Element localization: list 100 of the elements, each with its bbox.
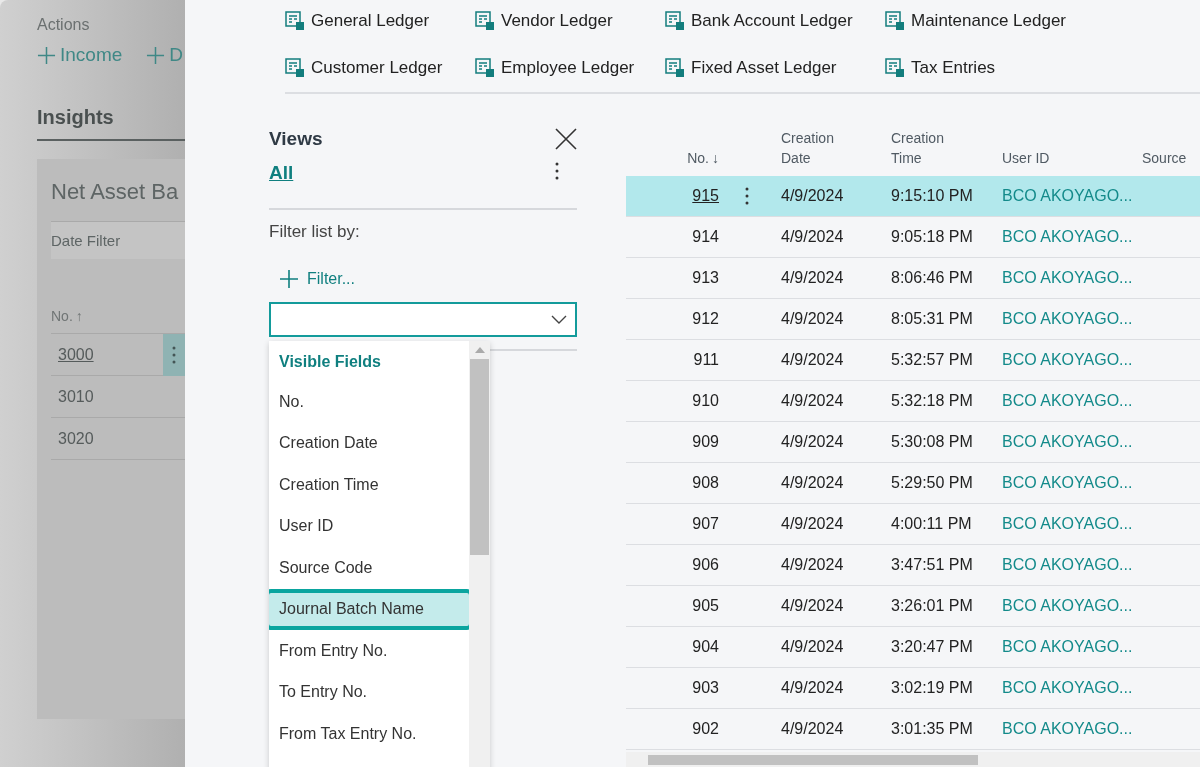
- ledger-button[interactable]: Maintenance Ledger: [885, 0, 1115, 44]
- table-row[interactable]: 903 4/9/2024 3:02:19 PM BCO AKOYAGO...: [626, 668, 1200, 709]
- table-cell-text: 4/9/2024: [780, 187, 845, 205]
- entry-number[interactable]: 905: [692, 597, 745, 615]
- entry-number[interactable]: 912: [692, 310, 745, 328]
- table-cell-text: 3:26:01 PM: [890, 597, 974, 615]
- field-option[interactable]: Creation Time: [269, 464, 469, 506]
- table-row[interactable]: 906 4/9/2024 3:47:51 PM BCO AKOYAGO...: [626, 545, 1200, 586]
- chevron-down-icon: [551, 314, 567, 325]
- ledger-button[interactable]: Employee Ledger: [475, 44, 665, 91]
- table-cell-text: 8:06:46 PM: [890, 269, 974, 287]
- table-row[interactable]: 912 4/9/2024 8:05:31 PM BCO AKOYAGO...: [626, 299, 1200, 340]
- entry-number[interactable]: 915: [692, 187, 745, 205]
- field-option[interactable]: To Entry No.: [269, 671, 469, 713]
- table-cell-text: 5:32:57 PM: [890, 351, 974, 369]
- entry-number[interactable]: 913: [692, 269, 745, 287]
- field-option[interactable]: Source Code: [269, 547, 469, 589]
- table-cell-text: BCO AKOYAGO...: [1001, 187, 1134, 205]
- filter-field[interactable]: [269, 302, 577, 337]
- entry-number[interactable]: 904: [692, 638, 745, 656]
- field-option[interactable]: No.: [269, 381, 469, 423]
- table-cell-text: 3:47:51 PM: [890, 556, 974, 574]
- table-cell-text: 5:30:08 PM: [890, 433, 974, 451]
- field-option[interactable]: User ID: [269, 505, 469, 547]
- table-cell-text: 4/9/2024: [780, 351, 845, 369]
- table-row[interactable]: 913 4/9/2024 8:06:46 PM BCO AKOYAGO...: [626, 258, 1200, 299]
- table-row[interactable]: 907 4/9/2024 4:00:11 PM BCO AKOYAGO...: [626, 504, 1200, 545]
- column-header[interactable]: Source: [1136, 148, 1200, 168]
- column-header[interactable]: No. ↓: [681, 148, 745, 168]
- entry-number[interactable]: 908: [692, 474, 745, 492]
- plus-icon: [146, 45, 166, 65]
- table-cell-text: 3:01:35 PM: [890, 720, 974, 738]
- entry-number[interactable]: 909: [692, 433, 745, 451]
- table-cell-text: BCO AKOYAGO...: [1001, 392, 1134, 410]
- ledger-button[interactable]: General Ledger: [285, 0, 475, 44]
- column-header[interactable]: Creation Date: [775, 128, 855, 168]
- scroll-up-arrow-icon[interactable]: [474, 347, 485, 353]
- entry-number[interactable]: 903: [692, 679, 745, 697]
- ledger-icon: [285, 10, 305, 31]
- ledger-button[interactable]: Vendor Ledger: [475, 0, 665, 44]
- table-cell-text: BCO AKOYAGO...: [1001, 433, 1134, 451]
- table-cell-text: BCO AKOYAGO...: [1001, 515, 1134, 533]
- more-button[interactable]: [555, 162, 559, 180]
- scroll-thumb[interactable]: [648, 754, 978, 765]
- table-cell-text: 5:32:18 PM: [890, 392, 974, 410]
- entry-number[interactable]: 914: [692, 228, 745, 246]
- actions-label: Actions: [37, 16, 91, 34]
- table-row[interactable]: 905 4/9/2024 3:26:01 PM BCO AKOYAGO...: [626, 586, 1200, 627]
- scrollbar[interactable]: [469, 341, 490, 767]
- close-button[interactable]: [555, 128, 577, 150]
- ledger-button[interactable]: Customer Ledger: [285, 44, 475, 91]
- scrollbar[interactable]: [626, 752, 1200, 767]
- ledger-icon: [885, 57, 905, 78]
- table-cell-text: BCO AKOYAGO...: [1001, 351, 1134, 369]
- ledger-icon: [475, 10, 495, 31]
- entry-number[interactable]: 910: [692, 392, 745, 410]
- column-header[interactable]: User ID: [996, 148, 1076, 168]
- field-option[interactable]: From Tax Entry No.: [269, 713, 469, 755]
- field-option[interactable]: Creation Date: [269, 422, 469, 464]
- table-cell-text: 4/9/2024: [780, 310, 845, 328]
- table-cell-text: BCO AKOYAGO...: [1001, 310, 1134, 328]
- entry-number[interactable]: 902: [692, 720, 745, 738]
- table-cell-text: BCO AKOYAGO...: [1001, 556, 1134, 574]
- table-row[interactable]: 909 4/9/2024 5:30:08 PM BCO AKOYAGO...: [626, 422, 1200, 463]
- ledger-icon: [285, 57, 305, 78]
- field-option[interactable]: From Entry No.: [269, 630, 469, 672]
- row-menu-button[interactable]: [745, 187, 749, 205]
- column-header[interactable]: Creation Time: [885, 128, 965, 168]
- entry-number[interactable]: 907: [692, 515, 745, 533]
- sort-arrow: ↑: [75, 308, 83, 324]
- table-cell-text: BCO AKOYAGO...: [1001, 474, 1134, 492]
- table-row[interactable]: 910 4/9/2024 5:32:18 PM BCO AKOYAGO...: [626, 381, 1200, 422]
- table-cell-text: 3010: [57, 387, 94, 406]
- row-selector[interactable]: [163, 333, 185, 376]
- table-cell-text: 4/9/2024: [780, 720, 845, 738]
- ledger-button[interactable]: Fixed Asset Ledger: [665, 44, 885, 91]
- group-label: Visible Fields: [278, 352, 382, 372]
- pane-title: Views: [269, 128, 323, 150]
- table-row[interactable]: 908 4/9/2024 5:29:50 PM BCO AKOYAGO...: [626, 463, 1200, 504]
- more-options-icon: [555, 162, 559, 180]
- scroll-thumb[interactable]: [470, 359, 489, 555]
- ledger-icon: [665, 10, 685, 31]
- table-row[interactable]: 915 4/9/2024 9:15:10 PM BCO AKOYAGO...: [626, 176, 1200, 217]
- entry-number[interactable]: 911: [693, 351, 745, 369]
- view-link[interactable]: All: [269, 162, 294, 184]
- table-cell-text: BCO AKOYAGO...: [1001, 679, 1134, 697]
- table-row[interactable]: 902 4/9/2024 3:01:35 PM BCO AKOYAGO...: [626, 709, 1200, 750]
- ledger-button[interactable]: Bank Account Ledger: [665, 0, 885, 44]
- ledger-button[interactable]: Tax Entries: [885, 44, 1115, 91]
- table-row[interactable]: 911 4/9/2024 5:32:57 PM BCO AKOYAGO...: [626, 340, 1200, 381]
- filter-label: Filter list by:: [269, 222, 361, 242]
- table-row[interactable]: 904 4/9/2024 3:20:47 PM BCO AKOYAGO...: [626, 627, 1200, 668]
- more-options-icon: [745, 187, 749, 205]
- add-filter-button[interactable]: Filter...: [279, 264, 355, 294]
- table-row[interactable]: 914 4/9/2024 9:05:18 PM BCO AKOYAGO...: [626, 217, 1200, 258]
- table-cell-text: 9:15:10 PM: [890, 187, 974, 205]
- plus-icon: [37, 45, 56, 65]
- entry-number[interactable]: 906: [692, 556, 745, 574]
- table-cell-text: 4/9/2024: [780, 474, 845, 492]
- ledger-icon: [885, 10, 905, 31]
